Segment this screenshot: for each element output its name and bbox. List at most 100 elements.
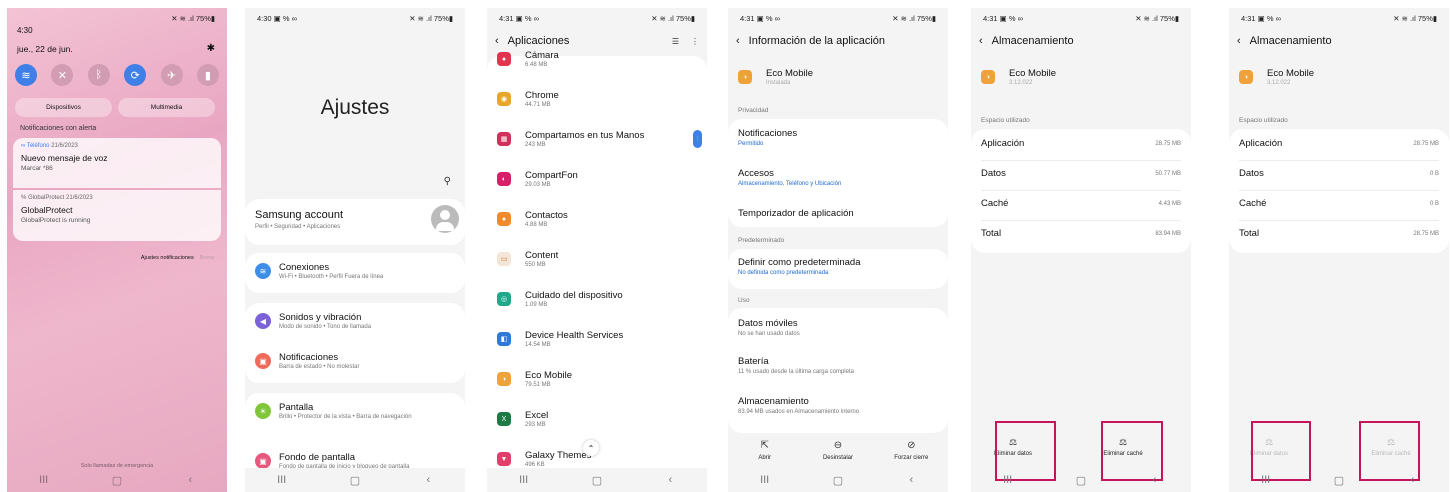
app-icon: ▭ bbox=[497, 252, 511, 266]
back-button[interactable]: ‹ bbox=[413, 474, 443, 486]
item-sub: 83.94 MB usados en Almacenamiento intern… bbox=[738, 409, 860, 415]
storage-row-cache: Caché 4.43 MB bbox=[981, 198, 1181, 209]
back-button[interactable]: ‹ bbox=[896, 474, 926, 486]
mobile-data-item[interactable]: Datos móviles No se han usado datos bbox=[738, 318, 938, 337]
notif-date: 21/6/2023 bbox=[64, 195, 93, 201]
row-key: Datos bbox=[981, 168, 1006, 179]
divider bbox=[981, 190, 1181, 191]
app-list-item[interactable]: ◐ CompartFon 29.03 MB bbox=[497, 170, 697, 188]
back-arrow-icon[interactable]: ‹ bbox=[736, 35, 740, 47]
phone-notification-shade: 4:30 ✕ ≋ .ıl 75%▮ jue., 22 de jun. ✱ ≋ ✕ ᛒ… bbox=[7, 8, 227, 492]
home-button[interactable]: ▢ bbox=[1066, 474, 1096, 487]
back-button[interactable]: ‹ bbox=[1397, 474, 1427, 486]
airplane-icon[interactable]: ✈ bbox=[160, 64, 183, 86]
storage-item[interactable]: Almacenamiento 83.94 MB usados en Almace… bbox=[738, 396, 938, 415]
recents-button[interactable]: III bbox=[509, 474, 539, 486]
bluetooth-icon[interactable]: ᛒ bbox=[87, 64, 110, 86]
clear-link[interactable]: Borrar bbox=[200, 255, 215, 261]
row-key: Caché bbox=[1239, 198, 1267, 209]
row-key: Caché bbox=[981, 198, 1009, 209]
settings-item-0[interactable]: ≋ Conexiones Wi-Fi • Bluetooth • Perfil Fu… bbox=[255, 262, 465, 280]
row-value: 83.94 MB bbox=[1155, 230, 1181, 237]
wifi-icon[interactable]: ≋ bbox=[15, 64, 37, 86]
nav-bar: III ▢ ‹ bbox=[487, 468, 707, 492]
settings-item-2[interactable]: ▣ Notificaciones Barra de estado • No mole… bbox=[255, 352, 465, 370]
alerts-header: Notificaciones con alerta bbox=[20, 125, 97, 132]
app-list-item[interactable]: ◎ Cuidado del dispositivo 1.09 MB bbox=[497, 290, 697, 308]
uninstall-icon: ⊖ bbox=[833, 440, 843, 451]
home-button[interactable]: ▢ bbox=[102, 474, 132, 487]
home-button[interactable]: ▢ bbox=[823, 474, 853, 487]
back-arrow-icon[interactable]: ‹ bbox=[979, 35, 983, 47]
uninstall-label: Desinstalar bbox=[822, 455, 853, 461]
app-icon: ● bbox=[497, 52, 511, 66]
app-list-item[interactable]: ◉ Chrome 44.71 MB bbox=[497, 90, 697, 108]
search-icon[interactable]: ⚲ bbox=[444, 176, 451, 187]
set-default-item[interactable]: Definir como predeterminada No definida … bbox=[738, 257, 938, 276]
settings-item-3[interactable]: ☀ Pantalla Brillo • Protector de la vista … bbox=[255, 402, 465, 420]
phone-settings: 4:30 ▣ % ∞ ✕ ≋ .ıl 75%▮ Ajustes ⚲ Samsun… bbox=[245, 8, 465, 492]
samsung-account-card[interactable]: Samsung account Perfil • Seguridad • Apl… bbox=[245, 199, 465, 245]
item-title: Temporizador de aplicación bbox=[738, 208, 854, 219]
item-title: Fondo de pantalla bbox=[279, 452, 356, 463]
notifications-item[interactable]: Notificaciones Permitido bbox=[738, 128, 938, 147]
phone-app-info: 4:31 ▣ % ∞ ✕ ≋ .ıl 75%▮ ‹ Información de… bbox=[728, 8, 948, 492]
notification-globalprotect[interactable]: % GlobalProtect 21/6/2023 GlobalProtect … bbox=[13, 190, 221, 241]
back-arrow-icon[interactable]: ‹ bbox=[1237, 35, 1241, 47]
notification-voicemail[interactable]: ∞ Teléfono 21/6/2023 Nuevo mensaje de vo… bbox=[13, 138, 221, 188]
autorotate-icon[interactable]: ⟳ bbox=[124, 64, 147, 86]
back-button[interactable]: ‹ bbox=[1139, 474, 1169, 486]
status-icons: ✕ ≋ .ıl 75%▮ bbox=[409, 13, 453, 23]
gear-icon[interactable]: ✱ bbox=[207, 43, 215, 54]
app-list-item[interactable]: ◧ Device Health Services 14.54 MB bbox=[497, 330, 697, 348]
force-stop-button[interactable]: ⊘ Forzar cierre bbox=[876, 440, 946, 461]
recents-button[interactable]: III bbox=[1251, 474, 1281, 486]
app-list-item[interactable]: ▦ Compartamos en tus Manos 243 MB bbox=[497, 130, 697, 148]
mute-icon[interactable]: ✕ bbox=[51, 64, 74, 86]
app-icon: ▦ bbox=[497, 132, 511, 146]
app-icon: ◐ bbox=[497, 172, 511, 186]
open-label: Abrir bbox=[758, 455, 771, 461]
scroll-indicator[interactable]: ⋮ bbox=[693, 130, 702, 148]
open-button[interactable]: ⇱ Abrir bbox=[730, 440, 800, 461]
scroll-top-icon[interactable]: ⌃ bbox=[583, 440, 599, 456]
filter-sort-icon[interactable]: ☰ bbox=[672, 37, 679, 46]
notif-sub: Marcar *86 bbox=[21, 165, 53, 172]
divider bbox=[981, 160, 1181, 161]
home-button[interactable]: ▢ bbox=[340, 474, 370, 487]
account-title: Samsung account bbox=[255, 209, 344, 221]
flashlight-icon[interactable]: ▮ bbox=[196, 64, 219, 86]
status-time: 4:31 ▣ % ∞ bbox=[1241, 13, 1281, 23]
recents-button[interactable]: III bbox=[750, 474, 780, 486]
notif-settings-link[interactable]: Ajustes notificaciones bbox=[141, 255, 194, 261]
back-button[interactable]: ‹ bbox=[655, 474, 685, 486]
permissions-item[interactable]: Accesos Almacenamiento, Teléfono y Ubica… bbox=[738, 168, 938, 187]
app-list-item[interactable]: ● Cámara 6.48 MB bbox=[497, 50, 697, 68]
settings-item-icon: ◀ bbox=[255, 313, 271, 329]
item-title: Pantalla bbox=[279, 402, 314, 413]
more-options-icon[interactable]: ⋮ bbox=[691, 37, 699, 46]
devices-button[interactable]: Dispositivos bbox=[15, 98, 112, 117]
app-icon: ◑ bbox=[497, 372, 511, 386]
home-button[interactable]: ▢ bbox=[582, 474, 612, 487]
app-list-item[interactable]: ▭ Content 550 MB bbox=[497, 250, 697, 268]
settings-item-1[interactable]: ◀ Sonidos y vibración Modo de sonido • Ton… bbox=[255, 312, 465, 330]
battery-item[interactable]: Batería 11 % usado desde la última carga… bbox=[738, 356, 938, 375]
back-button[interactable]: ‹ bbox=[175, 474, 205, 486]
recents-button[interactable]: III bbox=[993, 474, 1023, 486]
app-icon: X bbox=[497, 412, 511, 426]
home-button[interactable]: ▢ bbox=[1324, 474, 1354, 487]
avatar bbox=[431, 205, 459, 233]
back-arrow-icon[interactable]: ‹ bbox=[495, 35, 499, 47]
uninstall-button[interactable]: ⊖ Desinstalar bbox=[803, 440, 873, 461]
app-icon: ◉ bbox=[497, 92, 511, 106]
recents-button[interactable]: III bbox=[267, 474, 297, 486]
app-list-item[interactable]: ◑ Eco Mobile 79.51 MB bbox=[497, 370, 697, 388]
recents-button[interactable]: III bbox=[29, 474, 59, 486]
app-list-item[interactable]: X Excel 293 MB bbox=[497, 410, 697, 428]
notif-title: Nuevo mensaje de voz bbox=[21, 153, 108, 163]
status-bar: 4:31 ▣ % ∞ ✕ ≋ .ıl 75%▮ bbox=[487, 8, 707, 28]
app-timer-item[interactable]: Temporizador de aplicación bbox=[738, 208, 938, 219]
app-list-item[interactable]: ● Contactos 4.88 MB bbox=[497, 210, 697, 228]
media-button[interactable]: Multimedia bbox=[118, 98, 215, 117]
